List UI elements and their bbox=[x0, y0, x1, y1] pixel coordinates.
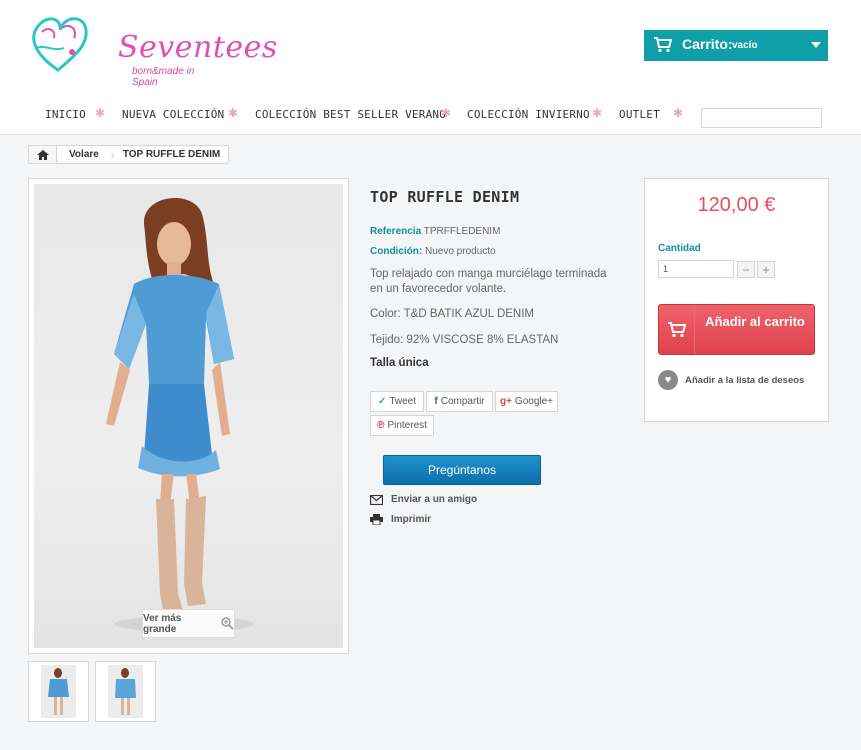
star-icon: ✱ bbox=[673, 106, 684, 120]
logo-tagline: born&made in Spain bbox=[132, 66, 195, 88]
star-icon: ✱ bbox=[592, 106, 603, 120]
ask-button[interactable]: Pregúntanos bbox=[383, 455, 541, 485]
twitter-icon: ✓ bbox=[377, 396, 387, 407]
zoom-label: Ver más grande bbox=[143, 612, 182, 635]
search-input[interactable] bbox=[701, 108, 822, 128]
product-fabric: Tejido: 92% VISCOSE 8% ELASTAN bbox=[370, 334, 559, 346]
quantity-increase-button[interactable]: + bbox=[757, 261, 775, 278]
thumbnail-image bbox=[108, 665, 143, 718]
cart-label: Carrito: bbox=[682, 36, 733, 52]
condition-value: Nuevo producto bbox=[425, 246, 496, 257]
nav-item-invierno[interactable]: COLECCIÓN INVIERNO bbox=[467, 108, 590, 121]
nav-item-outlet[interactable]: OUTLET bbox=[619, 108, 660, 121]
print-label: Imprimir bbox=[391, 514, 432, 525]
facebook-icon: f bbox=[434, 396, 438, 407]
minus-icon: − bbox=[742, 262, 750, 277]
star-icon: ✱ bbox=[441, 106, 452, 120]
pinterest-label: Pinterest bbox=[387, 420, 427, 431]
chevron-down-icon bbox=[811, 42, 821, 48]
reference-value: TPRFFLEDENIM bbox=[423, 226, 501, 237]
heart-icon: ♥ bbox=[658, 370, 678, 390]
product-photo bbox=[34, 184, 343, 648]
main-nav: INICIO ✱ NUEVA COLECCIÓN ✱ COLECCIÓN BES… bbox=[0, 102, 700, 128]
zoom-icon bbox=[221, 617, 234, 630]
product-image-frame[interactable] bbox=[28, 178, 349, 654]
print-link[interactable]: Imprimir bbox=[370, 514, 431, 525]
breadcrumb-category[interactable]: Volare bbox=[57, 149, 111, 160]
cart-icon bbox=[659, 305, 695, 354]
wishlist-label: Añadir a la lista de deseos bbox=[685, 374, 805, 386]
pinterest-icon: ℗ bbox=[377, 420, 385, 431]
logo[interactable]: Seventees born&made in Spain bbox=[28, 8, 277, 88]
plus-icon: + bbox=[762, 262, 770, 277]
pinterest-button[interactable]: ℗ Pinterest bbox=[370, 415, 434, 436]
breadcrumb-current: TOP RUFFLE DENIM bbox=[122, 149, 221, 160]
add-to-cart-label: Añadir al carrito bbox=[705, 314, 805, 329]
send-friend-label: Enviar a un amigo bbox=[391, 494, 478, 505]
tweet-label: Tweet bbox=[389, 396, 417, 407]
product-description: Top relajado con manga murciélago termin… bbox=[370, 268, 607, 295]
thumbnail-image bbox=[41, 665, 76, 718]
nav-item-inicio[interactable]: INICIO bbox=[45, 108, 86, 121]
logo-brand: Seventees bbox=[118, 30, 278, 65]
share-label: Compartir bbox=[440, 396, 485, 407]
site-header: Seventees born&made in Spain Carrito: va… bbox=[0, 0, 861, 135]
product-size: Talla única bbox=[370, 357, 429, 369]
product-title: TOP RUFFLE DENIM bbox=[370, 188, 520, 206]
google-plus-button[interactable]: g+ Google+ bbox=[495, 391, 558, 412]
nav-item-best-seller[interactable]: COLECCIÓN BEST SELLER VERANO bbox=[255, 108, 446, 121]
product-reference: Referencia TPRFFLEDENIM bbox=[370, 226, 500, 237]
send-friend-link[interactable]: Enviar a un amigo bbox=[370, 494, 477, 505]
envelope-icon bbox=[370, 494, 383, 505]
quantity-input[interactable] bbox=[658, 260, 734, 278]
cart-icon bbox=[654, 37, 672, 53]
product-condition: Condición: Nuevo producto bbox=[370, 246, 496, 257]
nav-item-nueva-coleccion[interactable]: NUEVA COLECCIÓN bbox=[122, 108, 224, 121]
breadcrumb: Volare › TOP RUFFLE DENIM bbox=[28, 145, 230, 164]
reference-label: Referencia bbox=[370, 226, 422, 237]
wishlist-link[interactable]: ♥ Añadir a la lista de deseos bbox=[658, 370, 804, 390]
add-to-cart-button[interactable]: Añadir al carrito bbox=[658, 304, 815, 355]
home-icon[interactable] bbox=[29, 146, 57, 163]
star-icon: ✱ bbox=[228, 106, 239, 120]
tweet-button[interactable]: ✓ Tweet bbox=[370, 391, 424, 412]
product-color: Color: T&D BATIK AZUL DENIM bbox=[370, 308, 535, 320]
quantity-decrease-button[interactable]: − bbox=[737, 261, 755, 278]
product-price: 120,00 € bbox=[697, 194, 776, 216]
cart-status: vacío bbox=[732, 40, 758, 51]
share-button[interactable]: f Compartir bbox=[426, 391, 493, 412]
star-icon: ✱ bbox=[95, 106, 106, 120]
thumbnail-2[interactable] bbox=[95, 661, 156, 722]
google-plus-icon: g+ bbox=[499, 396, 512, 407]
quantity-label: Cantidad bbox=[658, 243, 701, 254]
print-icon bbox=[370, 514, 383, 525]
cart-button[interactable]: Carrito: vacío bbox=[644, 30, 828, 61]
zoom-button[interactable]: Ver más grande bbox=[142, 609, 235, 638]
buy-box: 120,00 € Cantidad − + Añadir al carrito … bbox=[644, 178, 829, 422]
google-plus-label: Google+ bbox=[514, 396, 554, 407]
condition-label: Condición: bbox=[370, 246, 423, 257]
thumbnail-1[interactable] bbox=[28, 661, 89, 722]
